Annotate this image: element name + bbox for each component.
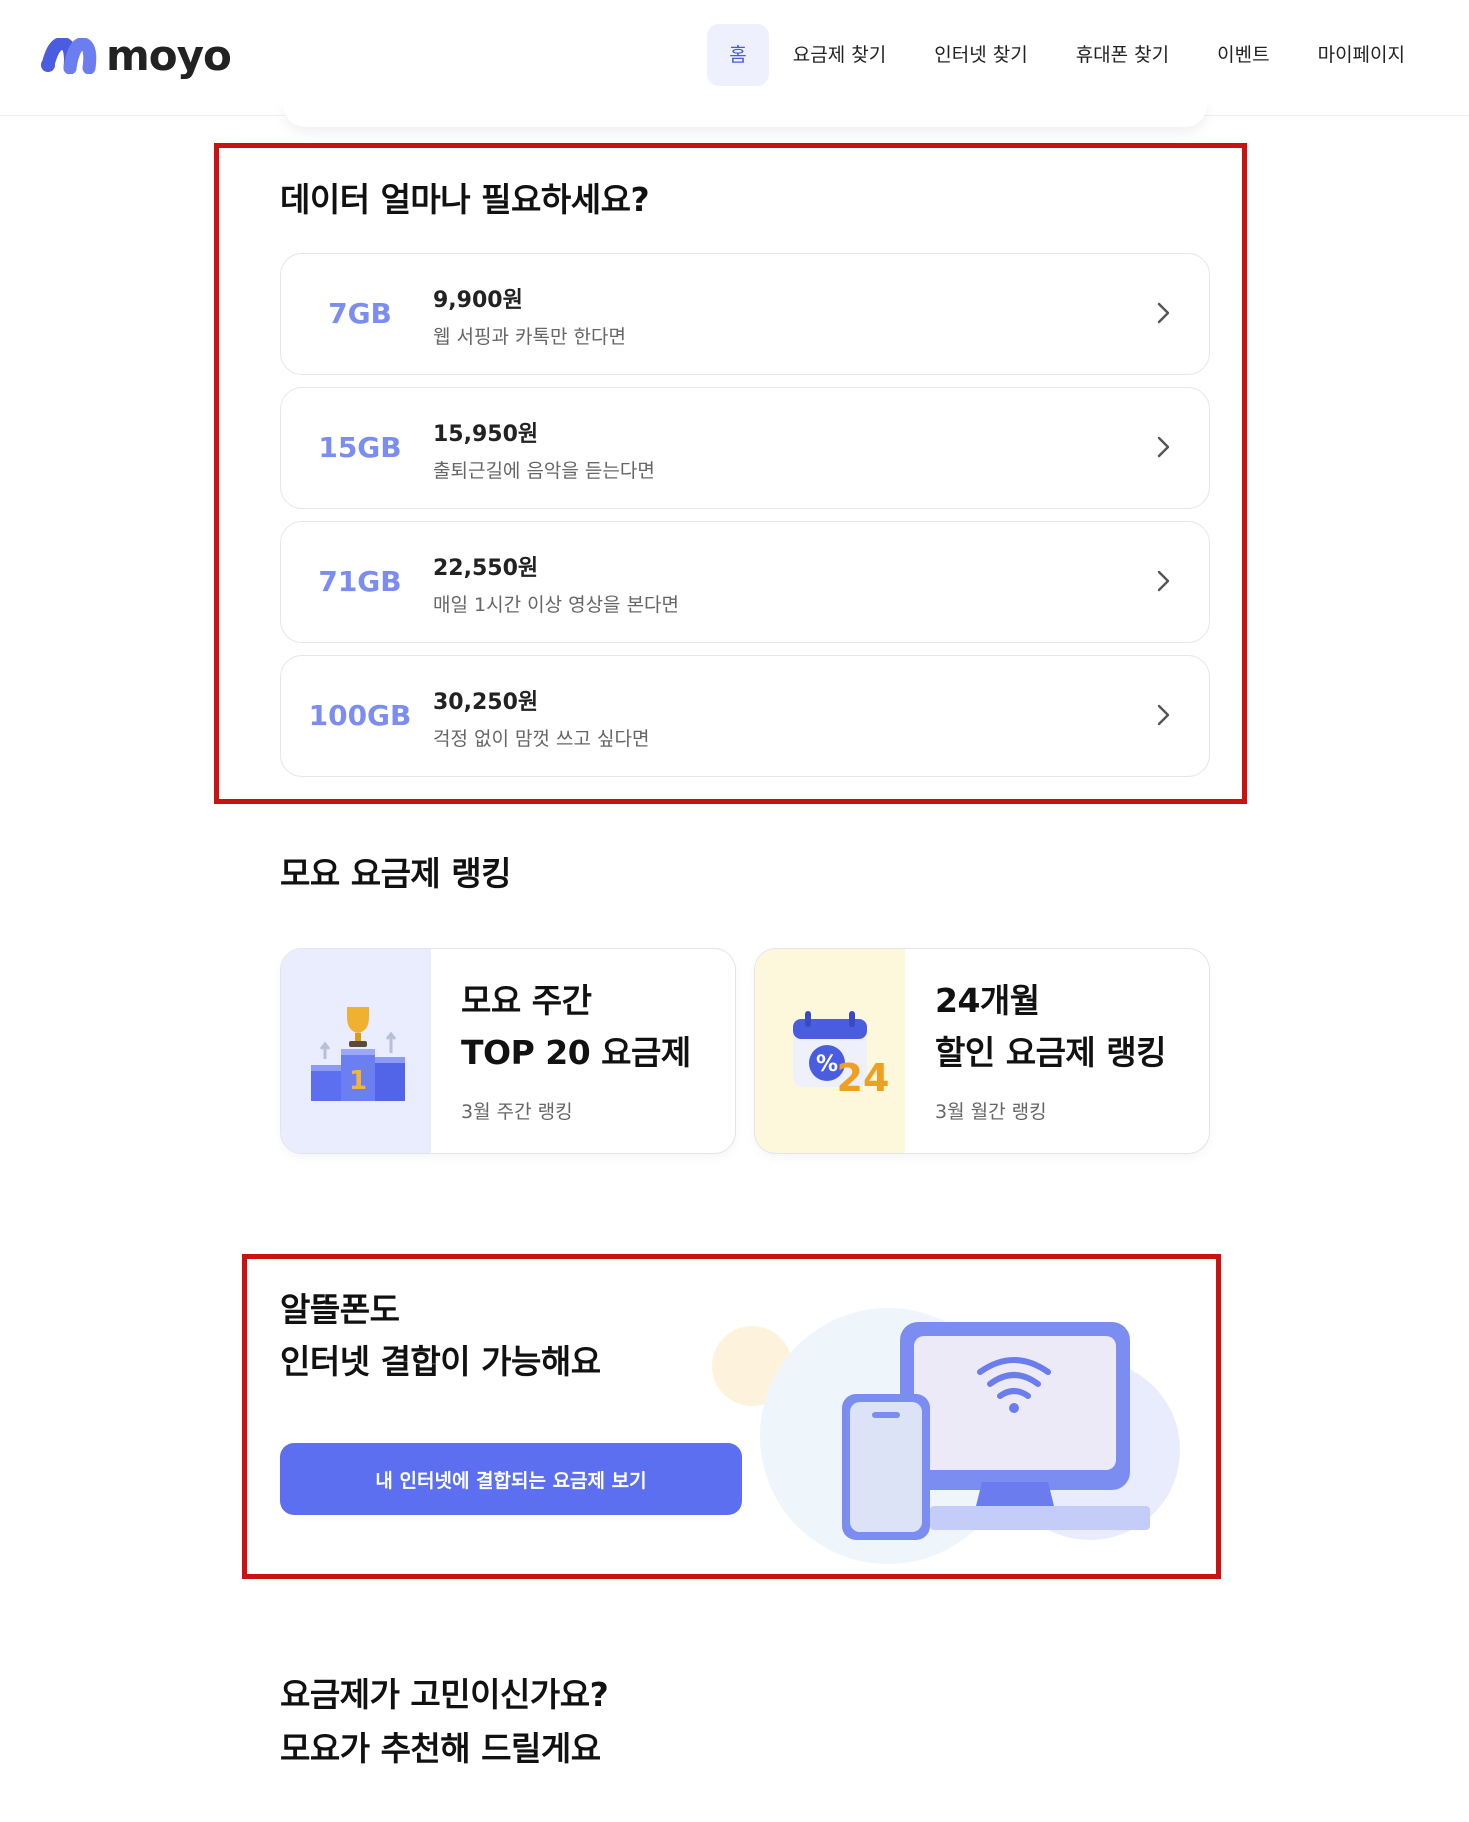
- plan-row-100gb[interactable]: 100GB 30,250원 걱정 없이 맘껏 쓰고 싶다면: [280, 655, 1210, 777]
- recommend-title-line2: 모요가 추천해 드릴게요: [280, 1729, 601, 1768]
- monitor-phone-wifi-icon: [712, 1308, 1180, 1564]
- combo-title-line1: 알뜰폰도: [280, 1290, 400, 1329]
- trophy-podium-icon: 1: [311, 1007, 405, 1101]
- ranking-card-thumbnail: % 24: [755, 949, 905, 1153]
- plan-price: 30,250원: [433, 690, 539, 715]
- chevron-right-icon: [1157, 704, 1170, 726]
- previous-card-edge: [283, 100, 1207, 127]
- recommend-section-title: 요금제가 고민이신가요? 모요가 추천해 드릴게요: [280, 1668, 609, 1776]
- moyo-logo[interactable]: moyo: [40, 31, 232, 80]
- main-nav: 홈 요금제 찾기 인터넷 찾기 휴대폰 찾기 이벤트 마이페이지: [707, 24, 1429, 86]
- moyo-logo-icon: [41, 38, 97, 74]
- top-header: moyo 홈 요금제 찾기 인터넷 찾기 휴대폰 찾기 이벤트 마이페이지: [0, 0, 1469, 116]
- nav-home[interactable]: 홈: [707, 24, 769, 86]
- ranking-card-thumbnail: 1: [281, 949, 431, 1153]
- combo-banner-title: 알뜰폰도 인터넷 결합이 가능해요: [280, 1284, 601, 1388]
- plan-row-15gb[interactable]: 15GB 15,950원 출퇴근길에 음악을 듣는다면: [280, 387, 1210, 509]
- plan-description: 걱정 없이 맘껏 쓰고 싶다면: [433, 728, 650, 750]
- chevron-right-icon: [1157, 302, 1170, 324]
- chevron-right-icon: [1157, 570, 1170, 592]
- plan-row-71gb[interactable]: 71GB 22,550원 매일 1시간 이상 영상을 본다면: [280, 521, 1210, 643]
- plan-price: 15,950원: [433, 422, 539, 447]
- svg-text:24: 24: [837, 1056, 890, 1100]
- ranking-card-24month-discount[interactable]: % 24 24개월 할인 요금제 랭킹 3월 월간 랭킹: [754, 948, 1210, 1154]
- plan-description: 출퇴근길에 음악을 듣는다면: [433, 460, 655, 482]
- plan-data-amount: 71GB: [318, 565, 402, 598]
- nav-events[interactable]: 이벤트: [1193, 24, 1293, 86]
- plan-price: 22,550원: [433, 556, 539, 581]
- plan-price: 9,900원: [433, 288, 523, 313]
- nav-find-plans[interactable]: 요금제 찾기: [769, 24, 910, 86]
- ranking-card-weekly-top20[interactable]: 1 모요 주간 TOP 20 요금제 3월 주간 랭킹: [280, 948, 736, 1154]
- nav-find-internet[interactable]: 인터넷 찾기: [910, 24, 1051, 86]
- plan-data-amount: 15GB: [318, 431, 402, 464]
- plan-data-amount: 100GB: [308, 699, 412, 732]
- view-combo-plans-button[interactable]: 내 인터넷에 결합되는 요금제 보기: [280, 1443, 742, 1515]
- ranking-card-subtitle: 3월 주간 랭킹: [461, 1101, 573, 1123]
- ranking-card-title: 24개월 할인 요금제 랭킹: [935, 981, 1167, 1072]
- plan-row-7gb[interactable]: 7GB 9,900원 웹 서핑과 카톡만 한다면: [280, 253, 1210, 375]
- recommend-title-line1: 요금제가 고민이신가요?: [280, 1675, 609, 1714]
- logo-wordmark: moyo: [106, 31, 232, 80]
- data-section-title: 데이터 얼마나 필요하세요?: [280, 180, 650, 219]
- svg-text:1: 1: [349, 1066, 367, 1096]
- ranking-section-title: 모요 요금제 랭킹: [280, 854, 512, 893]
- nav-find-phones[interactable]: 휴대폰 찾기: [1052, 24, 1193, 86]
- plan-data-amount: 7GB: [328, 297, 392, 330]
- nav-mypage[interactable]: 마이페이지: [1294, 24, 1429, 86]
- plan-description: 웹 서핑과 카톡만 한다면: [433, 326, 626, 348]
- ranking-card-title: 모요 주간 TOP 20 요금제: [461, 981, 691, 1072]
- chevron-right-icon: [1157, 436, 1170, 458]
- svg-text:%: %: [816, 1052, 838, 1077]
- combo-title-line2: 인터넷 결합이 가능해요: [280, 1342, 601, 1381]
- ranking-card-subtitle: 3월 월간 랭킹: [935, 1101, 1047, 1123]
- discount-calendar-icon: % 24: [793, 1011, 890, 1100]
- plan-description: 매일 1시간 이상 영상을 본다면: [433, 594, 680, 616]
